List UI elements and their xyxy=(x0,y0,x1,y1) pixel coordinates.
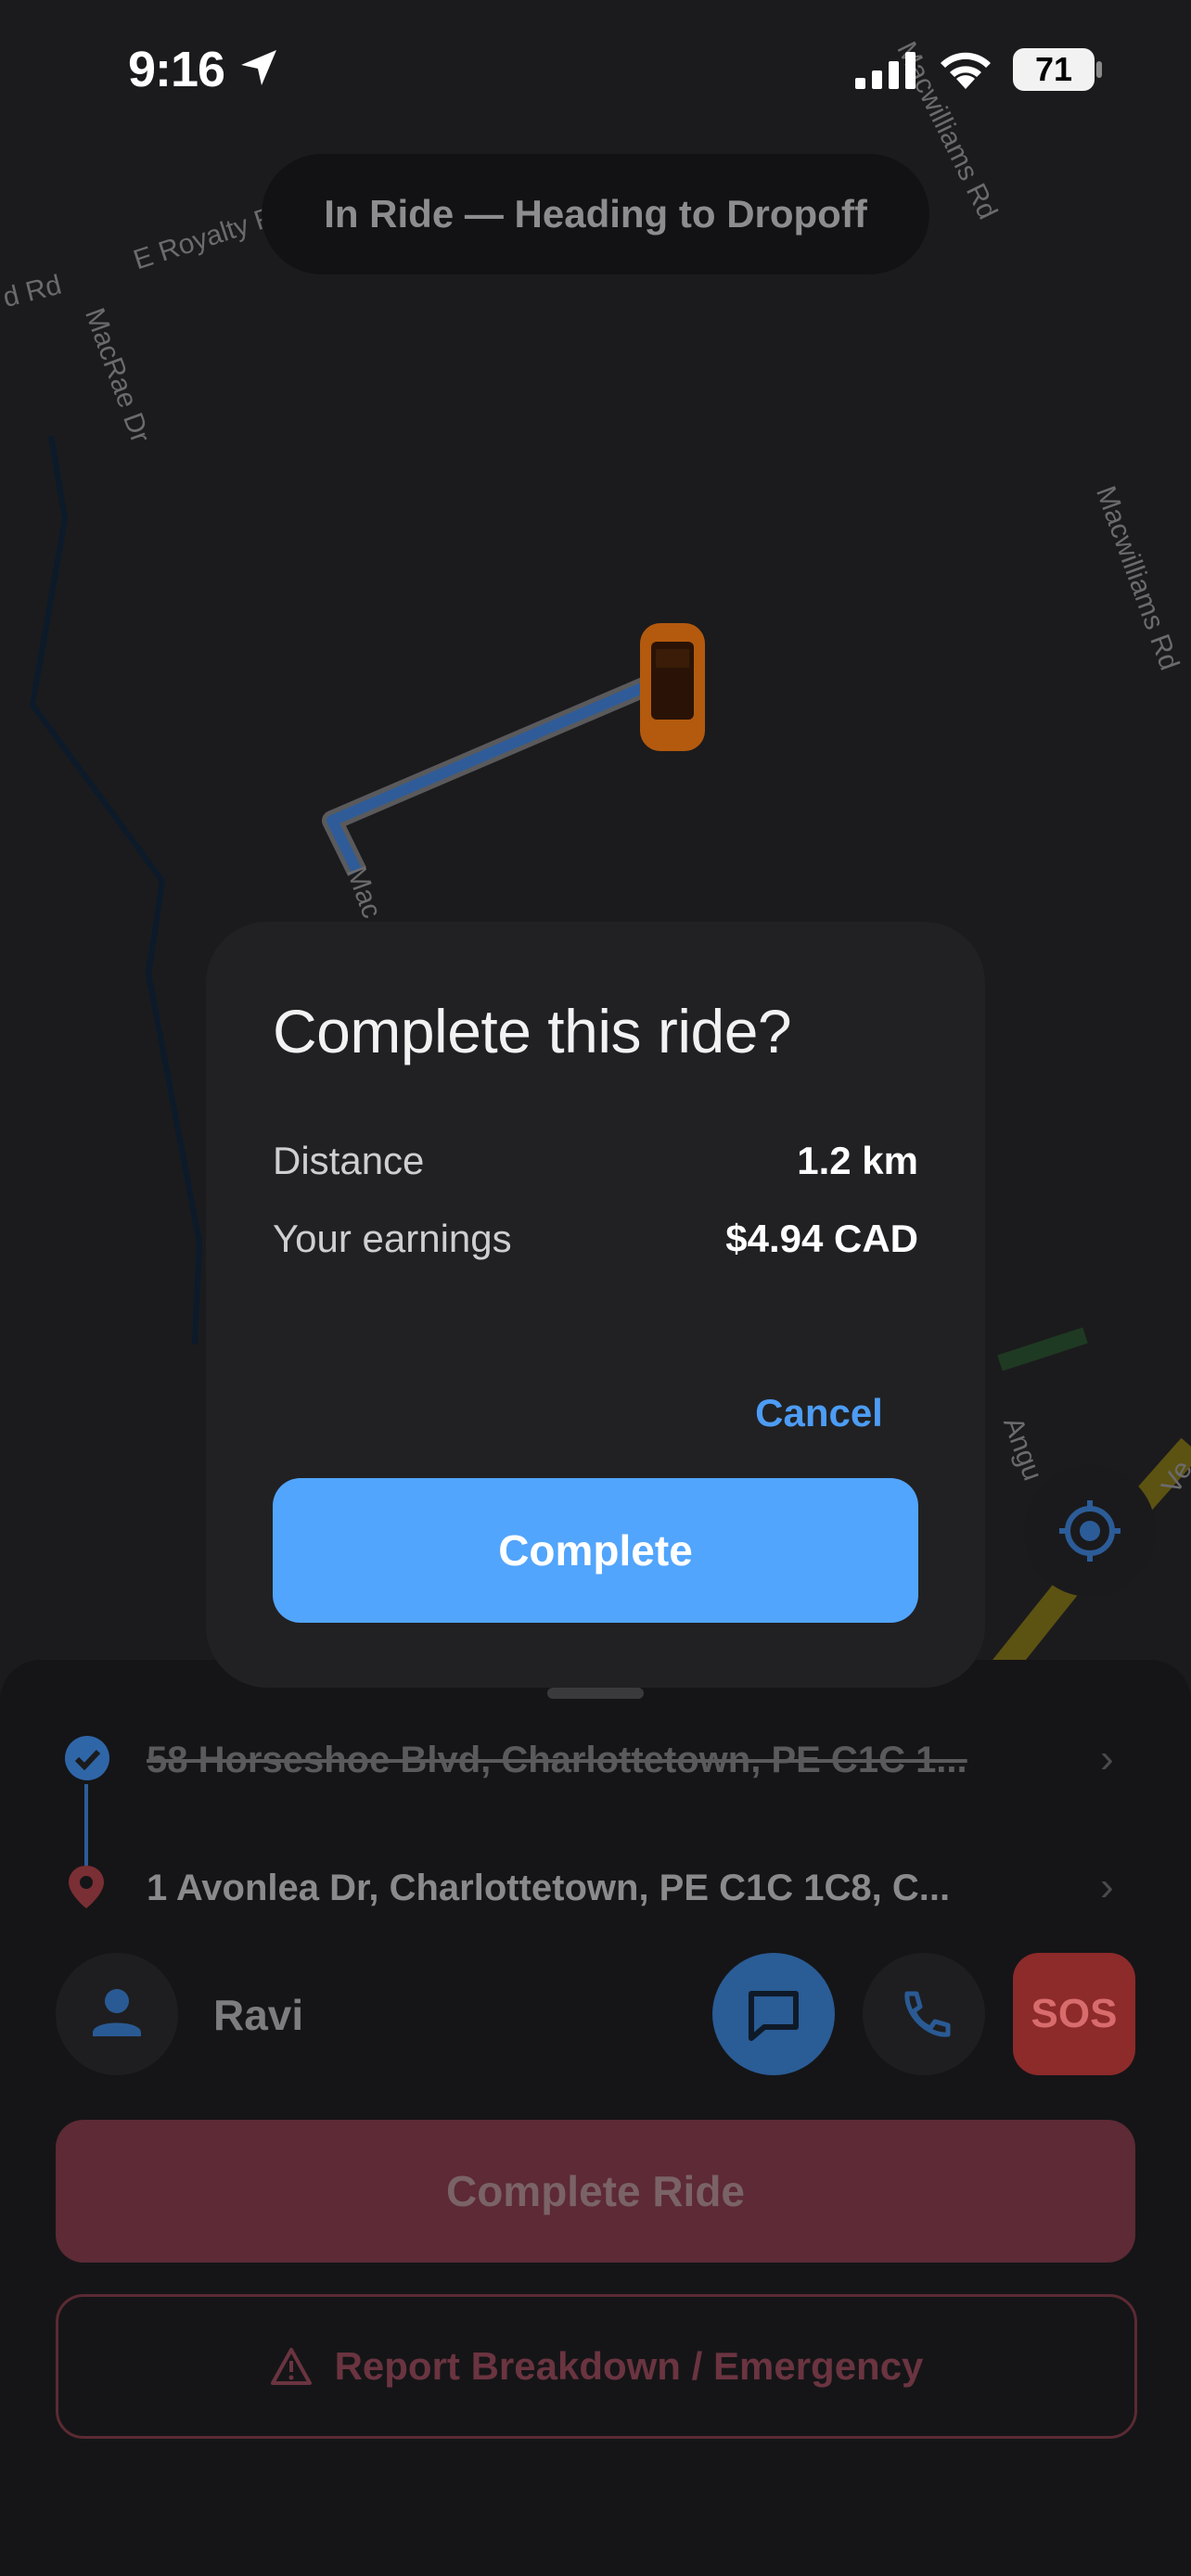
earnings-value: $4.94 CAD xyxy=(725,1217,918,1260)
rider-avatar[interactable] xyxy=(56,1953,178,2075)
ride-status-pill: In Ride — Heading to Dropoff xyxy=(262,154,929,274)
dropoff-address: 1 Avonlea Dr, Charlottetown, PE C1C 1C8,… xyxy=(147,1868,951,1908)
earnings-label: Your earnings xyxy=(273,1217,512,1260)
recenter-button[interactable] xyxy=(1024,1465,1156,1597)
status-time: 9:16 xyxy=(128,42,225,97)
battery-indicator: 71 xyxy=(1013,48,1095,91)
pickup-row[interactable]: 58 Horseshoe Blvd, Charlottetown, PE C1C… xyxy=(0,1727,1191,1801)
chevron-right-icon: › xyxy=(1100,1736,1114,1781)
report-emergency-button[interactable]: Report Breakdown / Emergency xyxy=(56,2294,1137,2439)
chevron-right-icon: › xyxy=(1100,1864,1114,1909)
phone-icon xyxy=(904,1991,951,2037)
pickup-address: 58 Horseshoe Blvd, Charlottetown, PE C1C… xyxy=(147,1740,967,1780)
car-marker xyxy=(640,623,705,751)
call-button[interactable] xyxy=(863,1953,985,2075)
warning-icon xyxy=(270,2348,312,2385)
sheet-drag-handle[interactable] xyxy=(547,1688,644,1699)
rider-name: Ravi xyxy=(213,1991,304,2039)
distance-value: 1.2 km xyxy=(797,1139,918,1182)
location-arrow-icon xyxy=(241,50,276,85)
confirm-complete-button[interactable]: Complete xyxy=(273,1478,918,1623)
dropoff-row[interactable]: 1 Avonlea Dr, Charlottetown, PE C1C 1C8,… xyxy=(0,1855,1191,1929)
cellular-signal-icon xyxy=(855,52,916,89)
chat-button[interactable] xyxy=(712,1953,835,2075)
complete-ride-button[interactable]: Complete Ride xyxy=(56,2120,1135,2263)
person-icon xyxy=(93,1989,141,2036)
sos-button[interactable]: SOS xyxy=(1013,1953,1135,2075)
status-bar: 9:16 71 xyxy=(0,0,1191,139)
wifi-icon xyxy=(941,52,991,89)
cancel-button[interactable]: Cancel xyxy=(733,1385,905,1441)
message-icon xyxy=(749,1991,799,2041)
battery-cap xyxy=(1096,61,1102,78)
report-emergency-label: Report Breakdown / Emergency xyxy=(334,2344,924,2388)
dialog-title: Complete this ride? xyxy=(273,997,792,1065)
crosshair-icon xyxy=(1059,1500,1121,1562)
distance-label: Distance xyxy=(273,1139,425,1182)
